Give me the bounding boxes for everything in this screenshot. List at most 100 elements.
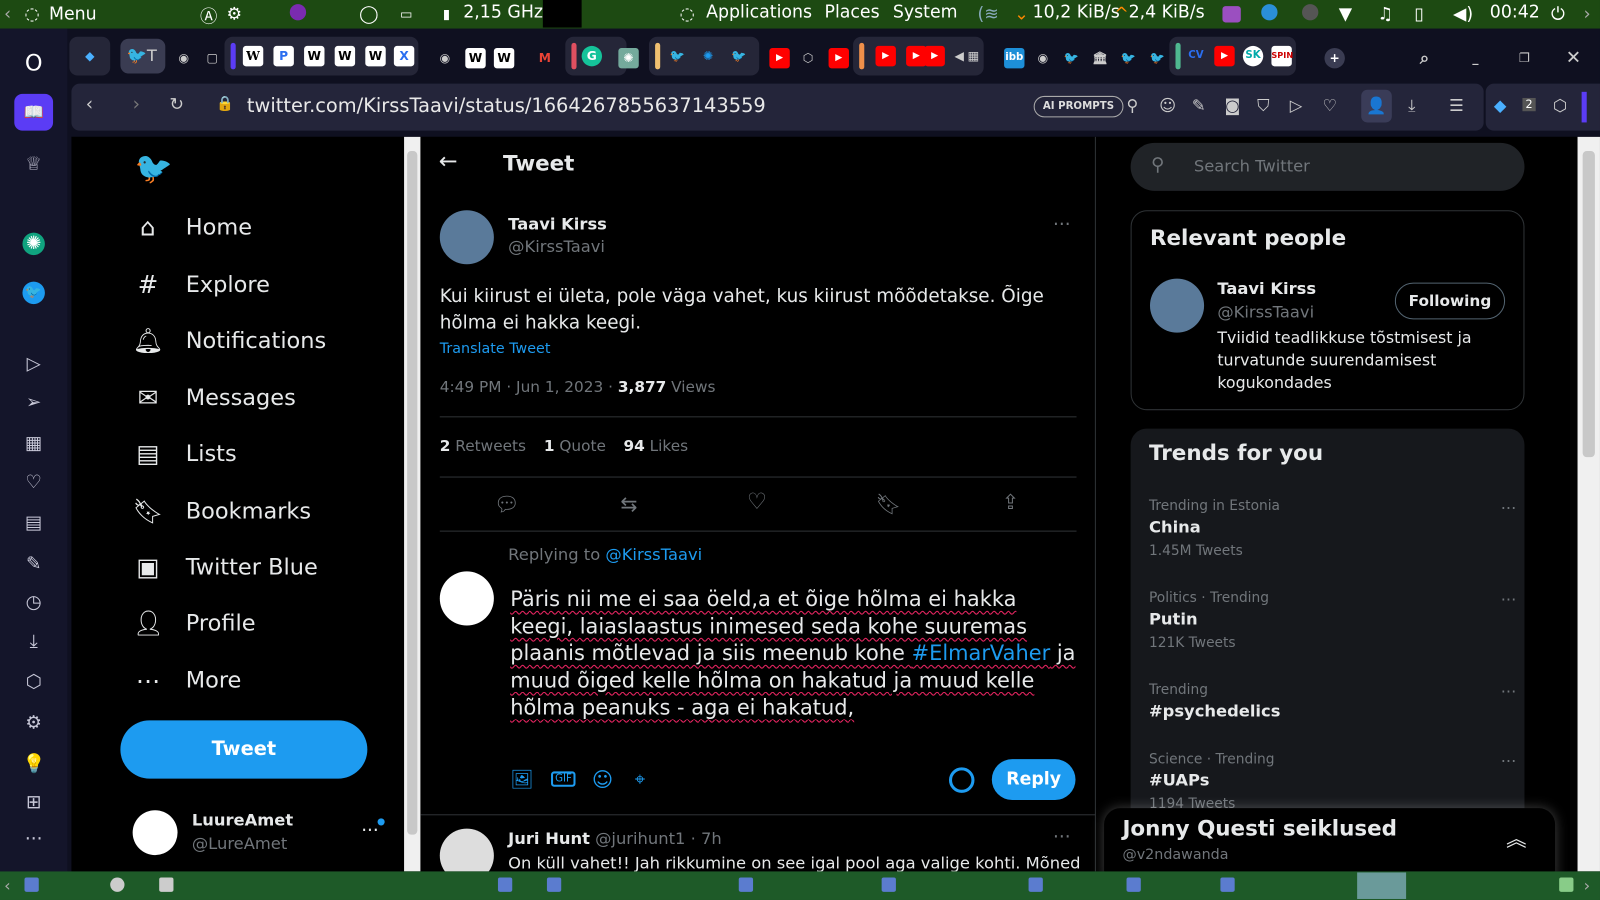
tab-group[interactable]: G xyxy=(565,36,627,76)
grid-icon[interactable]: ▦ xyxy=(963,46,983,66)
account-switcher[interactable]: LuureAmet @LureAmet ··· xyxy=(132,810,398,857)
nav-twitter-blue[interactable]: ▣ Twitter Blue xyxy=(133,552,317,583)
grammarly-icon[interactable]: G xyxy=(581,45,603,67)
new-tab-button[interactable]: + xyxy=(1324,47,1345,69)
minimize-button[interactable]: _ xyxy=(1465,48,1485,68)
settings-icon[interactable]: ⚙ xyxy=(22,712,44,734)
author-name[interactable]: Taavi Kirss xyxy=(508,214,607,233)
heart-icon[interactable]: ♡ xyxy=(22,471,44,493)
restore-button[interactable]: ❐ xyxy=(1514,48,1534,68)
retweets-stat[interactable]: 2 Retweets xyxy=(440,437,526,455)
person-handle[interactable]: @KirssTaavi xyxy=(1217,302,1314,321)
trash-icon[interactable] xyxy=(1559,877,1574,892)
profile-icon[interactable]: 👤 xyxy=(1361,89,1392,123)
speed-dial-icon[interactable]: ▦ xyxy=(22,433,44,455)
opera-icon[interactable] xyxy=(110,877,125,892)
firefox-icon[interactable] xyxy=(104,4,120,20)
twitter-icon[interactable]: 🐦 xyxy=(1147,48,1167,68)
window-icon[interactable] xyxy=(1028,877,1043,892)
diamond-icon[interactable]: ◆ xyxy=(1494,96,1507,115)
close-button[interactable]: ✕ xyxy=(1563,47,1583,68)
app-indicator-icon[interactable] xyxy=(1302,4,1319,21)
search-tabs-icon[interactable]: ⌕ xyxy=(1414,48,1434,68)
window-icon[interactable] xyxy=(24,877,39,892)
wikipedia-icon[interactable]: W xyxy=(304,45,325,67)
clock[interactable]: 00:42 xyxy=(1490,2,1540,22)
reply-avatar[interactable] xyxy=(439,828,494,872)
heart-icon[interactable]: ♡ xyxy=(1322,96,1337,115)
extensions-icon[interactable]: ⬡ xyxy=(22,671,44,693)
panel-left-arrow-icon[interactable]: ‹ xyxy=(4,4,11,24)
wifi-signal-icon[interactable]: ▼ xyxy=(1339,4,1352,24)
tab-active-twitter[interactable]: 🐦T xyxy=(120,38,166,74)
nav-profile[interactable]: 👤︎ Profile xyxy=(133,608,256,639)
twitter-icon[interactable]: 🐦 xyxy=(22,281,45,305)
keskus-icon[interactable]: CV xyxy=(1186,46,1206,66)
bookmark-icon[interactable]: 🔖︎ xyxy=(876,492,902,516)
window-icon[interactable] xyxy=(881,877,896,892)
youtube-icon[interactable]: ▶ xyxy=(828,47,849,69)
scrollbar[interactable] xyxy=(404,136,421,872)
person-name[interactable]: Taavi Kirss xyxy=(1217,279,1316,298)
twitter-icon[interactable]: 🐦 xyxy=(1118,48,1138,68)
youtube-icon[interactable]: ▶ xyxy=(769,47,790,69)
likes-stat[interactable]: 94 Likes xyxy=(623,437,688,455)
more-icon[interactable]: ··· xyxy=(1501,682,1517,701)
tweet-button[interactable]: Tweet xyxy=(120,720,368,779)
trend-item[interactable]: Trending #psychedelics ··· xyxy=(1149,682,1516,721)
youtube-icon[interactable]: ▶ xyxy=(906,45,927,67)
window-icon[interactable] xyxy=(497,877,513,892)
nav-more[interactable]: ⋯ More xyxy=(133,665,242,696)
tab-group-twitter[interactable]: 🐦 ✺ 🐦 xyxy=(648,36,760,76)
wikipedia-icon[interactable]: W xyxy=(365,45,386,67)
expand-chevron-icon[interactable]: ︽ xyxy=(1506,822,1526,852)
camera-icon[interactable]: ◙ xyxy=(1224,96,1240,115)
reload-button[interactable]: ↻ xyxy=(169,95,184,115)
retweet-icon[interactable]: ⇆ xyxy=(620,492,637,516)
twitter-icon[interactable]: 🐦 xyxy=(667,46,687,66)
taskbar-right-arrow-icon[interactable]: › xyxy=(1584,876,1591,895)
more-icon[interactable]: ··· xyxy=(22,829,44,851)
tab-icon[interactable]: ▢ xyxy=(202,48,222,68)
taskbar-active-opera[interactable] xyxy=(1357,872,1407,899)
youtube-icon[interactable]: ▶ xyxy=(875,45,896,67)
editor-icon[interactable] xyxy=(159,877,174,892)
twitter-icon[interactable]: 🐦 xyxy=(729,46,749,66)
site-icon[interactable]: X xyxy=(393,45,415,67)
scrollbar-thumb[interactable] xyxy=(1582,151,1595,458)
youtube-icon[interactable]: ▶ xyxy=(1214,45,1235,67)
site-icon[interactable]: ✺ xyxy=(698,46,718,66)
chatgpt-icon[interactable]: ✺ xyxy=(22,232,45,256)
zoom-out-icon[interactable]: ⚲ xyxy=(1127,96,1139,115)
window-icon[interactable] xyxy=(738,877,754,892)
more-icon[interactable]: ··· xyxy=(1501,590,1517,609)
hashtag-link[interactable]: #ElmarVaher xyxy=(912,641,1051,665)
pin-icon[interactable]: ✎ xyxy=(1192,96,1206,115)
volume-icon[interactable]: ◀) xyxy=(1453,4,1473,24)
applications-menu[interactable]: Applications xyxy=(706,2,812,22)
applications-icon[interactable]: ◌ xyxy=(680,4,695,24)
ai-prompts-button[interactable]: AI PROMPTS xyxy=(1033,95,1124,118)
telegram-icon[interactable] xyxy=(1261,4,1278,21)
tips-icon[interactable]: 💡 xyxy=(22,753,45,775)
wikipedia-icon[interactable]: W xyxy=(242,45,264,67)
wikipedia-icon[interactable]: W xyxy=(493,47,515,69)
window-icon[interactable] xyxy=(1220,877,1235,892)
chatgpt-icon[interactable]: ✺ xyxy=(618,47,639,69)
workspace-badge[interactable]: 2 xyxy=(1522,97,1536,112)
youtube-icon[interactable]: ▶ xyxy=(924,45,945,67)
panel-right-arrow-icon[interactable]: › xyxy=(1584,4,1591,24)
replying-handle-link[interactable]: @KirssTaavi xyxy=(605,545,702,564)
battery-icon[interactable]: ▯ xyxy=(1414,4,1424,24)
wifi-icon[interactable]: (≋ xyxy=(978,4,999,24)
trend-item[interactable]: Science · Trending #UAPs 1194 Tweets ··· xyxy=(1149,751,1516,812)
like-icon[interactable]: ♡ xyxy=(747,490,767,516)
twitter-icon[interactable]: 🐦 xyxy=(1061,48,1081,68)
crown-icon[interactable]: ♕ xyxy=(22,153,44,175)
translate-link[interactable]: Translate Tweet xyxy=(440,341,551,357)
opera-icon[interactable]: ◯ xyxy=(359,4,378,24)
more-icon[interactable]: ··· xyxy=(1501,751,1517,770)
system-menu[interactable]: System xyxy=(893,2,958,22)
reply-button[interactable]: Reply xyxy=(991,759,1076,800)
more-icon[interactable]: ··· xyxy=(1053,214,1071,235)
